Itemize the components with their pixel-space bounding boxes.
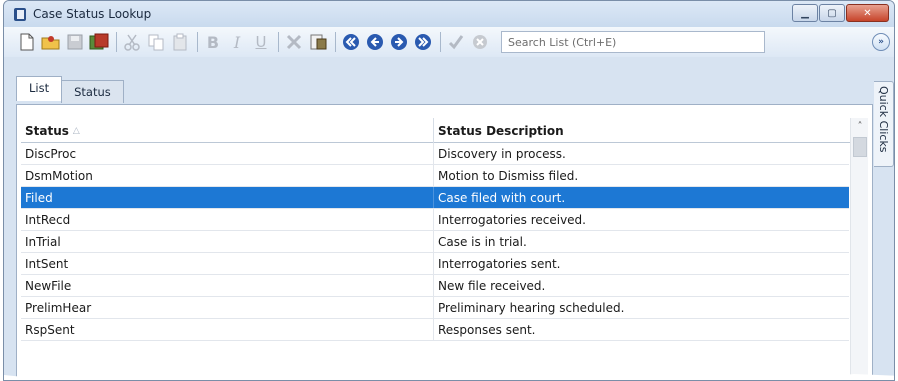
quick-clicks-tab[interactable]: Quick Clicks xyxy=(874,81,894,167)
print-icon[interactable] xyxy=(307,31,329,53)
previous-icon[interactable] xyxy=(364,31,386,53)
next-icon[interactable] xyxy=(388,31,410,53)
toolbar-separator xyxy=(335,32,336,52)
cell-description[interactable]: Motion to Dismiss filed. xyxy=(434,165,849,186)
cell-description[interactable]: Preliminary hearing scheduled. xyxy=(434,297,849,318)
app-book-icon xyxy=(13,7,27,22)
cell-description[interactable]: Case filed with court. xyxy=(434,187,849,208)
toolbar-separator xyxy=(440,32,441,52)
underline-icon[interactable]: U xyxy=(250,31,272,53)
grid-header: Status △ Status Description xyxy=(21,118,868,143)
cell-status[interactable]: IntRecd xyxy=(21,209,434,230)
save-icon[interactable] xyxy=(64,31,86,53)
new-icon[interactable] xyxy=(16,31,38,53)
vertical-scrollbar[interactable]: ˄ xyxy=(850,118,869,380)
cell-status[interactable]: DiscProc xyxy=(21,143,434,164)
check-icon[interactable] xyxy=(445,31,467,53)
cell-status[interactable]: DsmMotion xyxy=(21,165,434,186)
table-row[interactable]: RspSent Responses sent. xyxy=(21,319,849,341)
table-row[interactable]: PrelimHear Preliminary hearing scheduled. xyxy=(21,297,849,319)
table-row[interactable]: Filed Case filed with court. xyxy=(21,187,849,209)
toolbar-separator xyxy=(116,32,117,52)
toolbar-separator xyxy=(197,32,198,52)
table-row[interactable]: IntSent Interrogatories sent. xyxy=(21,253,849,275)
cell-status[interactable]: NewFile xyxy=(21,275,434,296)
cell-description[interactable]: Responses sent. xyxy=(434,319,849,340)
status-grid: Status △ Status Description DiscProc Disco… xyxy=(21,118,868,380)
open-folder-icon[interactable] xyxy=(40,31,62,53)
scroll-up-icon[interactable]: ˄ xyxy=(851,118,869,135)
cell-description[interactable]: New file received. xyxy=(434,275,849,296)
cell-status[interactable]: RspSent xyxy=(21,319,434,340)
cell-description[interactable]: Discovery in process. xyxy=(434,143,849,164)
close-button[interactable]: ✕ xyxy=(846,4,889,22)
cell-description[interactable]: Interrogatories received. xyxy=(434,209,849,230)
column-header-status[interactable]: Status △ xyxy=(21,118,434,143)
cell-status[interactable]: PrelimHear xyxy=(21,297,434,318)
maximize-button[interactable]: ▢ xyxy=(819,4,845,22)
first-icon[interactable] xyxy=(340,31,362,53)
cell-status[interactable]: Filed xyxy=(21,187,434,208)
minimize-button[interactable]: ▁ xyxy=(792,4,818,22)
scroll-thumb[interactable] xyxy=(853,137,867,157)
tab-status[interactable]: Status xyxy=(61,80,124,103)
toolbar-separator xyxy=(278,32,279,52)
expand-chevron-icon[interactable]: » xyxy=(872,33,890,51)
cell-status[interactable]: IntSent xyxy=(21,253,434,274)
column-header-description[interactable]: Status Description xyxy=(434,118,844,143)
cell-status[interactable]: InTrial xyxy=(21,231,434,252)
cancel-icon[interactable] xyxy=(469,31,491,53)
bold-icon[interactable]: B xyxy=(202,31,224,53)
paste-icon[interactable] xyxy=(169,31,191,53)
tab-list[interactable]: List xyxy=(16,76,63,101)
sort-ascending-icon: △ xyxy=(72,125,80,136)
cell-description[interactable]: Case is in trial. xyxy=(434,231,849,252)
table-row[interactable]: DiscProc Discovery in process. xyxy=(21,143,849,165)
table-row[interactable]: NewFile New file received. xyxy=(21,275,849,297)
toolbar: B I U » xyxy=(4,27,894,57)
cut-icon[interactable] xyxy=(121,31,143,53)
tab-strip: List Status xyxy=(16,76,873,104)
table-row[interactable]: InTrial Case is in trial. xyxy=(21,231,849,253)
last-icon[interactable] xyxy=(412,31,434,53)
quick-clicks-label: Quick Clicks xyxy=(877,86,890,153)
delete-icon[interactable] xyxy=(283,31,305,53)
grid-rows: DiscProc Discovery in process. DsmMotion Mo… xyxy=(21,143,849,341)
cell-description[interactable]: Interrogatories sent. xyxy=(434,253,849,274)
copy-icon[interactable] xyxy=(145,31,167,53)
italic-icon[interactable]: I xyxy=(226,31,248,53)
search-list-input[interactable] xyxy=(501,31,765,53)
window-title: Case Status Lookup xyxy=(33,7,152,21)
save-close-icon[interactable] xyxy=(88,31,110,53)
case-status-lookup-window: Case Status Lookup ▁ ▢ ✕ B I U » xyxy=(3,0,895,381)
title-bar[interactable]: Case Status Lookup ▁ ▢ ✕ xyxy=(4,1,894,27)
torn-edge xyxy=(4,372,894,380)
table-row[interactable]: DsmMotion Motion to Dismiss filed. xyxy=(21,165,849,187)
table-row[interactable]: IntRecd Interrogatories received. xyxy=(21,209,849,231)
